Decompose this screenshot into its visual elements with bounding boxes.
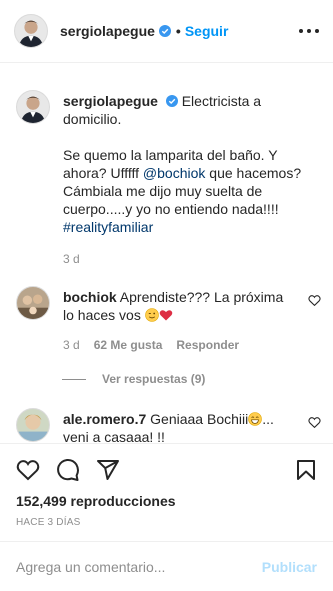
separator-dot: • [175, 23, 181, 39]
caption-time[interactable]: 3 d [63, 250, 323, 268]
red-heart-emoji-icon [159, 310, 172, 321]
bookmark-icon[interactable] [294, 458, 318, 482]
post-header: sergiolapegue • Seguir [0, 0, 333, 63]
follow-button[interactable]: Seguir [185, 23, 229, 39]
caption-avatar[interactable] [16, 90, 50, 124]
reply-button[interactable]: Responder [176, 336, 239, 354]
comment-username[interactable]: ale.romero.7 [63, 411, 146, 427]
caption-username[interactable]: sergiolapegue [63, 93, 158, 109]
add-comment-bar: Publicar [0, 541, 333, 591]
comment-item: bochiok Aprendiste??? La próxima lo hace… [16, 286, 321, 352]
hashtag-link[interactable]: #realityfamiliar [63, 219, 153, 235]
comment-text: Geniaaa Bochiii [150, 411, 249, 427]
view-replies-button[interactable]: Ver respuestas (9) [62, 372, 205, 386]
heart-icon[interactable] [308, 416, 321, 429]
comment-icon[interactable] [56, 458, 80, 482]
comment-likes[interactable]: 62 Me gusta [94, 336, 163, 354]
verified-badge-icon [165, 95, 178, 107]
mention-link[interactable]: @bochiok [143, 165, 205, 181]
replies-divider [62, 378, 86, 380]
post-date[interactable]: HACE 3 DÍAS [16, 517, 80, 528]
author-username[interactable]: sergiolapegue [60, 23, 155, 39]
view-replies-label[interactable]: Ver respuestas (9) [102, 372, 205, 386]
author-avatar[interactable] [14, 14, 48, 48]
share-icon[interactable] [96, 458, 120, 482]
heart-icon[interactable] [16, 458, 40, 482]
verified-badge-icon [158, 25, 171, 37]
commenter-avatar[interactable] [16, 408, 50, 442]
wink-emoji-icon [144, 308, 159, 322]
comment-item: ale.romero.7 Geniaaa Bochiii... veni a c… [16, 408, 321, 443]
publish-button[interactable]: Publicar [262, 559, 317, 575]
commenter-avatar[interactable] [16, 286, 50, 320]
post-actions [0, 443, 333, 491]
comments-list[interactable]: sergiolapegue Electricista a domicilio. … [0, 64, 333, 443]
comment-time[interactable]: 3 d [63, 336, 80, 354]
heart-icon[interactable] [308, 294, 321, 307]
comment-input[interactable] [16, 558, 262, 575]
grin-emoji-icon [248, 412, 263, 426]
view-count[interactable]: 152,499 reproducciones [16, 493, 176, 509]
comment-username[interactable]: bochiok [63, 289, 117, 305]
more-options-icon[interactable] [299, 21, 319, 41]
